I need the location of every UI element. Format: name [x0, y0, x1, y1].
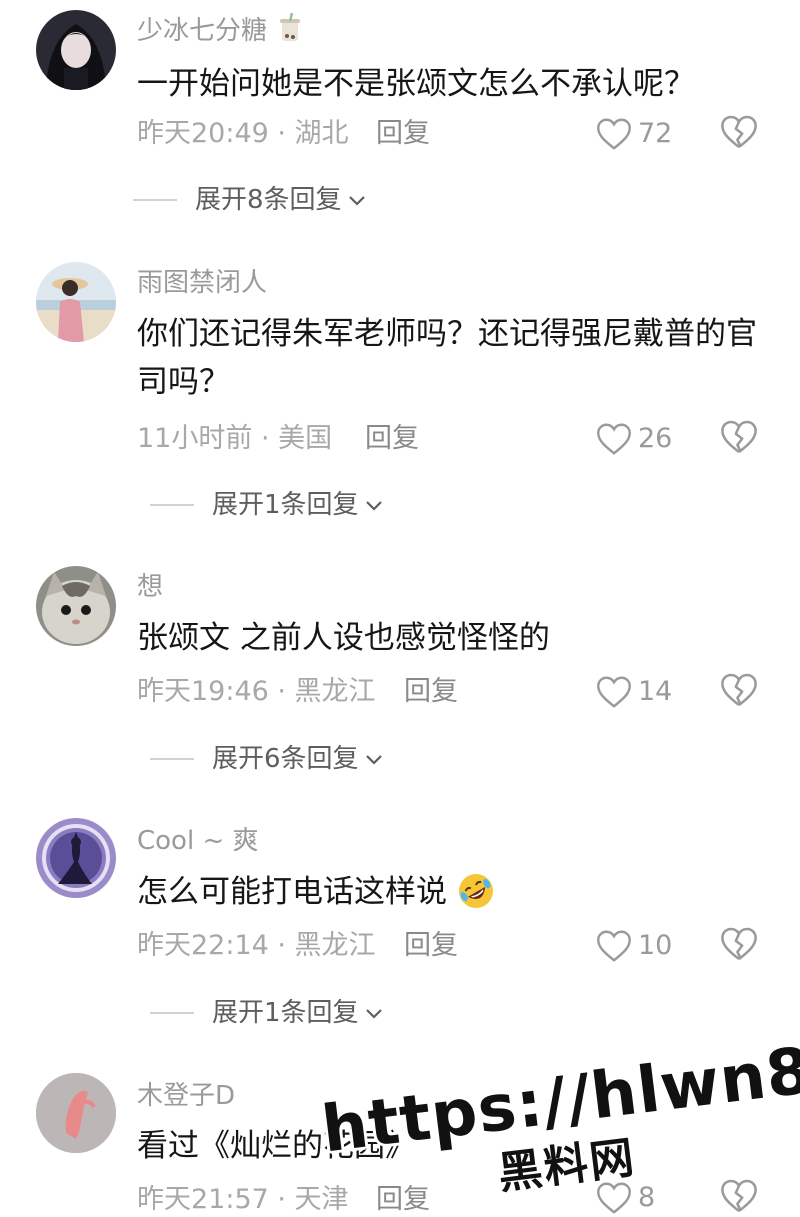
username[interactable]: 雨图禁闭人 [137, 267, 267, 299]
rolling-on-floor-laughing-icon [458, 874, 493, 908]
reply-button[interactable]: 回复 [376, 117, 430, 151]
expand-replies[interactable]: 展开8条回复 [133, 183, 368, 217]
expand-replies[interactable]: 展开1条回复 [150, 488, 385, 522]
comment-text-body: 怎么可能打电话这样说 [137, 874, 447, 910]
expand-replies-label: 展开1条回复 [212, 998, 359, 1028]
dislike-button[interactable] [720, 114, 760, 154]
username[interactable]: 少冰七分糖 [137, 12, 303, 47]
broken-heart-icon [721, 927, 757, 961]
like-button[interactable]: 8 [596, 1178, 655, 1217]
avatar[interactable] [36, 1073, 116, 1153]
like-count: 10 [638, 930, 673, 961]
bubble-tea-icon [280, 12, 301, 41]
like-count: 8 [638, 1182, 656, 1213]
broken-heart-icon [721, 1179, 757, 1213]
chevron-down-icon [365, 1009, 382, 1019]
avatar-image [36, 566, 116, 646]
comment-text: 怎么可能打电话这样说 [137, 868, 767, 916]
avatar[interactable] [36, 262, 116, 342]
avatar-image [36, 1073, 116, 1153]
username[interactable]: 木登子D [137, 1080, 235, 1112]
reply-button[interactable]: 回复 [404, 675, 458, 709]
expand-replies-label: 展开1条回复 [212, 490, 359, 520]
expand-replies[interactable]: 展开6条回复 [150, 742, 385, 776]
like-button[interactable]: 10 [596, 926, 672, 966]
comment-meta: 昨天21:57 · 天津 [137, 1184, 349, 1215]
chevron-down-icon [365, 501, 382, 511]
comment-text: 看过《灿烂的花园》 …… [137, 1122, 767, 1170]
comment-meta: 昨天20:49 · 湖北 [137, 118, 349, 149]
comment-text: 张颂文 之前人设也感觉怪怪的 [137, 620, 550, 656]
heart-icon [597, 676, 631, 708]
divider-line [150, 1012, 194, 1014]
chevron-down-icon [348, 196, 365, 206]
expand-replies-label: 展开8条回复 [195, 185, 342, 215]
reply-button[interactable]: 回复 [376, 1183, 430, 1217]
comment-meta: 昨天19:46 · 黑龙江 [137, 676, 376, 707]
avatar-image [36, 818, 116, 898]
comment-text: 一开始问她是不是张颂文怎么不承认呢？ [137, 66, 695, 102]
broken-heart-icon [721, 673, 757, 707]
chevron-down-icon [365, 755, 382, 765]
username[interactable]: 想 [137, 571, 163, 603]
divider-line [133, 199, 177, 201]
like-count: 72 [638, 118, 673, 149]
like-count: 26 [638, 423, 673, 454]
comment-text-body: 看过《灿烂的花园》 [137, 1128, 416, 1164]
like-count: 14 [638, 676, 673, 707]
broken-heart-icon [721, 115, 757, 149]
avatar[interactable] [36, 818, 116, 898]
avatar[interactable] [36, 566, 116, 646]
comment-meta: 11小时前 · 美国 [137, 423, 333, 454]
reply-button[interactable]: 回复 [404, 929, 458, 963]
expand-replies-label: 展开6条回复 [212, 744, 359, 774]
dislike-button[interactable] [720, 1178, 760, 1217]
reply-button[interactable]: 回复 [365, 422, 419, 456]
avatar[interactable] [36, 10, 116, 90]
username-text: 少冰七分糖 [137, 16, 268, 46]
avatar-image [36, 10, 116, 90]
like-button[interactable]: 14 [596, 672, 672, 712]
heart-icon [597, 930, 631, 962]
broken-heart-icon [721, 420, 757, 454]
heart-icon [597, 423, 631, 455]
heart-icon [597, 118, 631, 150]
heart-icon [597, 1182, 631, 1214]
expand-replies[interactable]: 展开1条回复 [150, 996, 385, 1030]
username[interactable]: Cool ~ 爽 [137, 825, 259, 857]
comment-text-tail: …… [566, 1128, 628, 1164]
like-button[interactable]: 72 [596, 114, 672, 154]
dislike-button[interactable] [720, 672, 760, 712]
avatar-image [36, 262, 116, 342]
like-button[interactable]: 26 [596, 419, 672, 459]
comment-text: 你们还记得朱军老师吗？还记得强尼戴普的官司吗？ [137, 316, 757, 400]
divider-line [150, 504, 194, 506]
dislike-button[interactable] [720, 419, 760, 459]
dislike-button[interactable] [720, 926, 760, 966]
divider-line [150, 758, 194, 760]
comment-meta: 昨天22:14 · 黑龙江 [137, 930, 376, 961]
